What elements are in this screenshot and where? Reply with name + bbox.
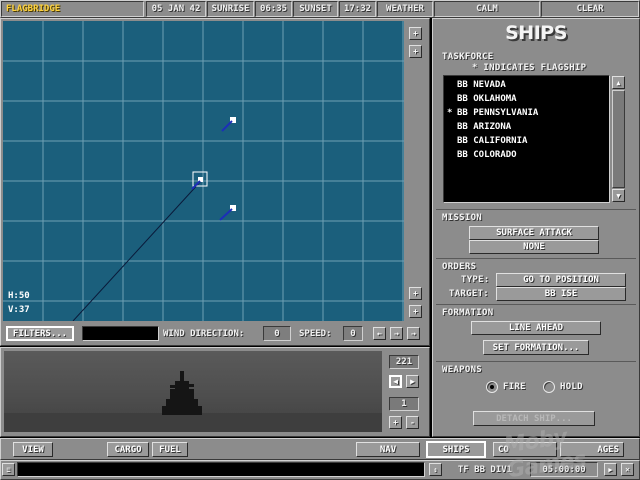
mission-primary-button[interactable]: SURFACE ATTACK: [469, 226, 599, 240]
cargo-button[interactable]: CARGO: [107, 442, 149, 457]
v-readout: V:37: [8, 305, 30, 315]
time-compression-button[interactable]: ▶: [604, 463, 617, 476]
order-target-label: TARGET:: [449, 289, 490, 299]
detach-ship-button[interactable]: DETACH SHIP...: [473, 411, 595, 426]
divider: [436, 304, 636, 305]
flagship-note: * INDICATES FLAGSHIP: [472, 63, 587, 73]
map-pan-left-button[interactable]: ←: [373, 327, 386, 340]
set-formation-button[interactable]: SET FORMATION...: [483, 340, 589, 355]
sunset-label: SUNSET: [293, 1, 338, 17]
map-zoom-in-button[interactable]: +: [409, 305, 422, 318]
filters-button[interactable]: FILTERS...: [6, 326, 74, 341]
formation-value-button[interactable]: LINE AHEAD: [471, 321, 601, 335]
mission-label: MISSION: [442, 213, 483, 223]
zoom-value: 1: [389, 397, 419, 411]
heading-value: 221: [389, 355, 419, 369]
damages-button[interactable]: AGES: [560, 442, 624, 457]
orders-label: ORDERS: [442, 262, 477, 272]
taskforce-group-label: TF BB DIV1: [457, 464, 513, 475]
radio-selected-dot: [490, 385, 494, 389]
speed-label: SPEED:: [299, 328, 332, 339]
close-icon[interactable]: ✕: [621, 463, 634, 476]
weather-value: CALM: [434, 1, 540, 17]
ship-list-item[interactable]: BB OKLAHOMA: [447, 92, 609, 106]
wind-direction-value[interactable]: 0: [263, 326, 291, 341]
taskforce-label: TASKFORCE: [442, 52, 494, 62]
rotate-left-button[interactable]: ◀: [389, 375, 402, 388]
wind-direction-label: WIND DIRECTION:: [163, 328, 245, 339]
weapons-label: WEAPONS: [442, 365, 483, 375]
ship-list-scroll-down[interactable]: ▼: [612, 189, 625, 202]
ship-list-scroll-up[interactable]: ▲: [612, 76, 625, 89]
map-pan-right-button[interactable]: →: [390, 327, 403, 340]
ship-name: BB PENNSYLVANIA: [457, 108, 539, 118]
divider: [436, 361, 636, 362]
map-zoom-out-button[interactable]: +: [409, 287, 422, 300]
ship-name: BB NEVADA: [457, 80, 506, 90]
nav-button[interactable]: NAV: [356, 442, 420, 457]
ship-list-item[interactable]: * BB PENNSYLVANIA: [447, 106, 609, 120]
ship-name: BB CALIFORNIA: [457, 136, 528, 146]
ship-view: [4, 351, 382, 432]
divider: [436, 258, 636, 259]
hold-radio-icon[interactable]: [543, 381, 555, 393]
window-title: FLAGBRIDGE: [1, 1, 144, 17]
ship-name: BB OKLAHOMA: [457, 94, 517, 104]
ship-name: BB ARIZONA: [457, 122, 512, 132]
ship-list-item[interactable]: BB COLORADO: [447, 148, 609, 162]
clear-button[interactable]: CLEAR: [541, 1, 639, 17]
ship-list-item[interactable]: BB NEVADA: [447, 78, 609, 92]
map-scroll-up-button[interactable]: +: [409, 27, 422, 40]
map-message-field: [82, 326, 159, 341]
rotate-right-button[interactable]: ▶: [406, 375, 419, 388]
date-display: 05 JAN 42: [146, 1, 206, 17]
fire-radio-icon[interactable]: [486, 381, 498, 393]
h-readout: H:50: [8, 291, 30, 301]
ship-name: BB COLORADO: [457, 150, 517, 160]
fuel-button[interactable]: FUEL: [152, 442, 188, 457]
ship-list[interactable]: BB NEVADA BB OKLAHOMA * BB PENNSYLVANIA BB A…: [443, 75, 610, 203]
flagship-marker: *: [447, 108, 453, 118]
ship-list-scrollbar[interactable]: [612, 90, 625, 188]
formation-label: FORMATION: [442, 308, 494, 318]
map-scroll-down-button[interactable]: +: [409, 45, 422, 58]
sunrise-time: 06:35: [255, 1, 292, 17]
status-menu-button[interactable]: ≡: [2, 463, 15, 476]
sunset-time: 17:32: [339, 1, 376, 17]
view-zoom-in-button[interactable]: +: [389, 416, 402, 429]
divider: [436, 209, 636, 210]
order-target-button[interactable]: BB ISE: [496, 287, 626, 301]
sunrise-label: SUNRISE: [207, 1, 254, 17]
mission-secondary-button[interactable]: NONE: [469, 240, 599, 254]
combat-button[interactable]: CO: [493, 442, 557, 457]
speed-value[interactable]: 0: [343, 326, 363, 341]
map-pan-far-right-button[interactable]: →: [407, 327, 420, 340]
message-field: [17, 462, 425, 477]
fire-label: FIRE: [503, 382, 526, 392]
tactical-map[interactable]: [3, 21, 404, 321]
view-zoom-out-button[interactable]: -: [406, 416, 419, 429]
order-type-label: TYPE:: [461, 275, 490, 285]
hold-label: HOLD: [560, 382, 583, 392]
ships-tab-button[interactable]: SHIPS: [426, 441, 486, 458]
order-type-button[interactable]: GO TO POSITION: [496, 273, 626, 287]
ship-list-item[interactable]: BB CALIFORNIA: [447, 134, 609, 148]
game-clock: 05:00:00: [530, 462, 598, 477]
status-scroll-button[interactable]: ⇕: [429, 463, 442, 476]
ship-list-items: BB NEVADA BB OKLAHOMA * BB PENNSYLVANIA BB A…: [447, 78, 609, 162]
ship-list-item[interactable]: BB ARIZONA: [447, 120, 609, 134]
view-button[interactable]: VIEW: [13, 442, 53, 457]
weather-label: WEATHER: [377, 1, 433, 17]
ships-panel-title: SHIPS: [505, 22, 567, 44]
